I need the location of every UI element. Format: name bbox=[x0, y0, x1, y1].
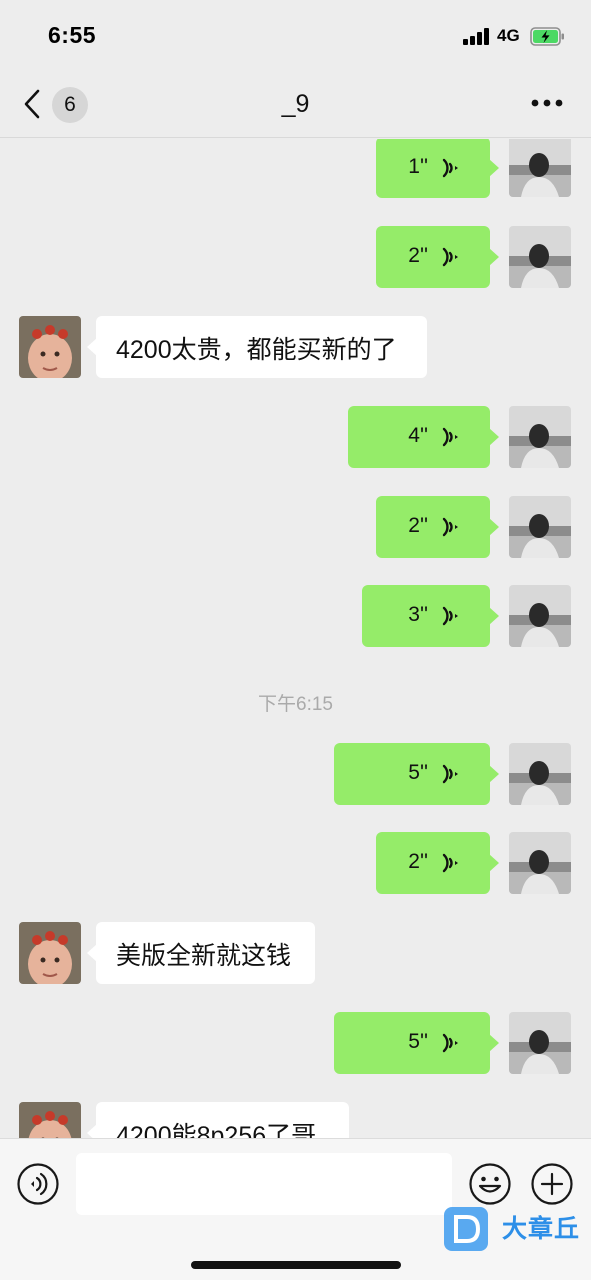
voice-duration: 1'' bbox=[408, 155, 428, 178]
voice-duration: 5'' bbox=[408, 761, 428, 784]
watermark-logo: 大章丘 bbox=[442, 1205, 587, 1259]
voice-duration: 5'' bbox=[408, 1030, 428, 1053]
my-avatar[interactable] bbox=[509, 1012, 571, 1074]
chat-header: 6 _9 bbox=[0, 70, 591, 138]
contact-avatar[interactable] bbox=[19, 922, 81, 984]
voice-duration: 2'' bbox=[408, 514, 428, 537]
watermark-text: 大章丘 bbox=[502, 1215, 581, 1243]
d-logo-icon bbox=[444, 1207, 488, 1251]
voice-message-bubble[interactable]: 5'' bbox=[334, 743, 499, 805]
voice-duration: 3'' bbox=[408, 603, 428, 626]
battery-charging-icon bbox=[530, 27, 564, 46]
voice-wave-icon bbox=[442, 158, 458, 178]
voice-message-bubble[interactable]: 4'' bbox=[348, 406, 499, 468]
voice-wave-icon bbox=[442, 517, 458, 537]
home-indicator bbox=[191, 1261, 401, 1269]
voice-wave-icon bbox=[442, 1033, 458, 1053]
message-text: 美版全新就这钱 bbox=[116, 942, 292, 970]
cellular-signal-icon bbox=[463, 28, 491, 45]
voice-wave-icon bbox=[442, 764, 458, 784]
message-input[interactable] bbox=[76, 1153, 452, 1215]
timestamp: 下午6:15 bbox=[258, 694, 333, 715]
voice-wave-icon bbox=[442, 427, 458, 447]
voice-message-bubble[interactable]: 2'' bbox=[376, 832, 499, 894]
voice-message-bubble[interactable]: 2'' bbox=[376, 496, 499, 558]
emoji-icon[interactable] bbox=[469, 1163, 511, 1205]
message-text: 4200太贵，都能买新的了 bbox=[116, 336, 397, 364]
message-text: 4200能8p256了哥 bbox=[116, 1122, 317, 1138]
chat-screen: 6:55 4G 6 _9 1'' 2'' 4200太贵，都能买新的了 4'' 2… bbox=[0, 0, 591, 1280]
my-avatar[interactable] bbox=[509, 832, 571, 894]
voice-duration: 2'' bbox=[408, 850, 428, 873]
my-avatar[interactable] bbox=[509, 139, 571, 197]
chat-title: _9 bbox=[281, 90, 310, 118]
voice-wave-icon bbox=[442, 247, 458, 267]
voice-message-bubble[interactable]: 3'' bbox=[362, 585, 499, 647]
my-avatar[interactable] bbox=[509, 743, 571, 805]
status-bar: 6:55 4G bbox=[0, 0, 591, 70]
text-message-bubble[interactable]: 4200能8p256了哥 bbox=[87, 1102, 349, 1138]
voice-message-bubble[interactable]: 2'' bbox=[376, 226, 499, 288]
my-avatar[interactable] bbox=[509, 496, 571, 558]
contact-avatar[interactable] bbox=[19, 1102, 81, 1138]
my-avatar[interactable] bbox=[509, 585, 571, 647]
voice-wave-icon bbox=[442, 606, 458, 626]
my-avatar[interactable] bbox=[509, 226, 571, 288]
contact-avatar[interactable] bbox=[19, 316, 81, 378]
voice-duration: 4'' bbox=[408, 424, 428, 447]
status-time: 6:55 bbox=[48, 22, 97, 48]
plus-icon[interactable] bbox=[531, 1163, 573, 1205]
message-list[interactable]: 1'' 2'' 4200太贵，都能买新的了 4'' 2'' 3'' 下午6:15… bbox=[0, 139, 591, 1138]
text-message-bubble[interactable]: 4200太贵，都能买新的了 bbox=[87, 316, 427, 378]
voice-duration: 2'' bbox=[408, 244, 428, 267]
voice-input-toggle-icon[interactable] bbox=[17, 1163, 59, 1205]
voice-wave-icon bbox=[442, 853, 458, 873]
network-type: 4G bbox=[497, 26, 520, 45]
more-options-icon[interactable] bbox=[527, 90, 567, 116]
my-avatar[interactable] bbox=[509, 406, 571, 468]
voice-message-bubble[interactable]: 1'' bbox=[376, 139, 499, 198]
voice-message-bubble[interactable]: 5'' bbox=[334, 1012, 499, 1074]
text-message-bubble[interactable]: 美版全新就这钱 bbox=[87, 922, 315, 984]
input-bar: 大章丘 bbox=[0, 1138, 591, 1280]
